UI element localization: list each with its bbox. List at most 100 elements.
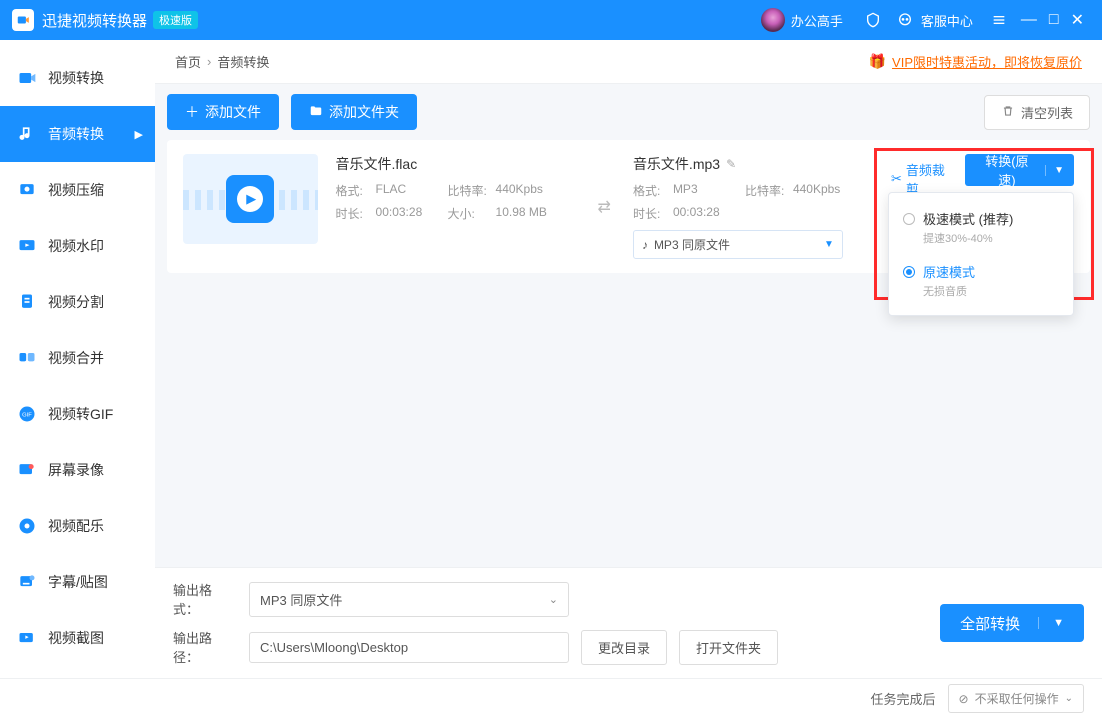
statusbar: 任务完成后 ⊘ 不采取任何操作 ⌄ [0, 678, 1102, 718]
scissors-icon: ✂ [891, 171, 902, 187]
sidebar-item-split[interactable]: 视频分割 [0, 274, 155, 330]
src-duration: 00:03:28 [376, 205, 448, 222]
help-link[interactable]: 客服中心 [921, 11, 973, 30]
item-format-value: MP3 同原文件 [654, 236, 730, 253]
after-task-select[interactable]: ⊘ 不采取任何操作 ⌄ [948, 684, 1084, 713]
close-button[interactable]: ✕ [1071, 10, 1084, 30]
folder-icon [309, 104, 323, 121]
maximize-button[interactable]: □ [1049, 11, 1059, 29]
sidebar-item-label: 视频压缩 [48, 180, 104, 200]
chevron-down-icon[interactable]: ▼ [1038, 617, 1064, 629]
crumb-current: 音频转换 [217, 52, 269, 71]
mode-option-original[interactable]: 原速模式 无损音质 [889, 254, 1073, 307]
sidebar-item-label: 视频分割 [48, 292, 104, 312]
music-icon [16, 515, 38, 537]
add-folder-label: 添加文件夹 [329, 102, 399, 122]
user-name[interactable]: 办公高手 [791, 11, 843, 30]
chat-icon[interactable] [895, 10, 915, 30]
titlebar: 迅捷视频转换器 极速版 办公高手 客服中心 — □ ✕ [0, 0, 1102, 40]
mode-fast-title: 极速模式 (推荐) [923, 209, 1013, 228]
chevron-down-icon: ⌄ [1065, 693, 1073, 704]
dst-duration: 00:03:28 [673, 205, 745, 222]
sidebar-item-label: 视频水印 [48, 236, 104, 256]
convert-item-button[interactable]: 转换(原速) ▼ [965, 154, 1074, 186]
label-format2: 格式: [633, 182, 673, 199]
edit-icon[interactable]: ✎ [726, 157, 736, 171]
mode-orig-sub: 无损音质 [923, 283, 1059, 299]
open-dir-button[interactable]: 打开文件夹 [679, 630, 778, 665]
promo-banner[interactable]: 🎁 VIP限时特惠活动，即将恢复原价 [869, 52, 1082, 71]
gift-icon: 🎁 [869, 53, 886, 70]
label-duration: 时长: [336, 205, 376, 222]
add-file-button[interactable]: ＋ 添加文件 [167, 94, 279, 130]
add-folder-button[interactable]: 添加文件夹 [291, 94, 417, 130]
radio-icon [903, 266, 915, 278]
src-bitrate: 440Kpbs [496, 182, 576, 199]
chevron-down-icon: ▼ [824, 239, 834, 250]
source-filename: 音乐文件.flac [336, 154, 576, 174]
add-file-label: 添加文件 [205, 102, 261, 122]
user-avatar[interactable] [761, 8, 785, 32]
sidebar-item-gif[interactable]: GIF视频转GIF [0, 386, 155, 442]
toolbar: ＋ 添加文件 添加文件夹 清空列表 [155, 84, 1102, 140]
sidebar-item-video-convert[interactable]: 视频转换 [0, 50, 155, 106]
target-info: 音乐文件.mp3✎ 格式:MP3 比特率:440Kpbs 时长:00:03:28… [633, 154, 873, 259]
sidebar-item-watermark[interactable]: 视频水印 [0, 218, 155, 274]
sidebar-item-merge[interactable]: 视频合并 [0, 330, 155, 386]
clear-list-button[interactable]: 清空列表 [984, 95, 1090, 130]
dst-format: MP3 [673, 182, 745, 199]
subtitle-icon [16, 571, 38, 593]
sidebar-item-label: 视频转换 [48, 68, 104, 88]
sidebar-item-music[interactable]: 视频配乐 [0, 498, 155, 554]
sidebar-item-record[interactable]: 屏幕录像 [0, 442, 155, 498]
after-task-label: 任务完成后 [871, 689, 936, 708]
chevron-down-icon[interactable]: ▼ [1045, 165, 1064, 176]
crumb-home[interactable]: 首页 [175, 52, 201, 71]
output-settings: 输出格式： MP3 同原文件⌄ 输出路径： C:\Users\Mloong\De… [155, 567, 1102, 678]
sidebar-item-label: 视频截图 [48, 628, 104, 648]
sidebar-item-screenshot[interactable]: 视频截图 [0, 610, 155, 666]
output-format-label: 输出格式： [173, 580, 237, 618]
swap-icon: ⇄ [598, 197, 611, 217]
play-icon: ▶ [226, 175, 274, 223]
output-path-input[interactable]: C:\Users\Mloong\Desktop [249, 632, 569, 663]
output-format-value: MP3 同原文件 [260, 590, 342, 609]
gif-icon: GIF [16, 403, 38, 425]
convert-all-button[interactable]: 全部转换 ▼ [940, 604, 1084, 642]
main-area: 首页 › 音频转换 🎁 VIP限时特惠活动，即将恢复原价 ＋ 添加文件 添加文件夹… [155, 40, 1102, 678]
radio-icon [903, 213, 915, 225]
label-bitrate2: 比特率: [745, 182, 793, 199]
sidebar-item-audio-convert[interactable]: 音频转换 ▶ [0, 106, 155, 162]
trash-icon [1001, 104, 1015, 121]
watermark-icon [16, 235, 38, 257]
target-filename: 音乐文件.mp3 [633, 154, 720, 174]
plus-icon: ＋ [185, 102, 199, 122]
item-format-select[interactable]: ♪ MP3 同原文件 ▼ [633, 230, 843, 259]
src-format: FLAC [376, 182, 448, 199]
audio-thumbnail[interactable]: ▶ [183, 154, 318, 244]
sidebar: 视频转换 音频转换 ▶ 视频压缩 视频水印 视频分割 视频合并 GIF视频转GIF… [0, 40, 155, 678]
convert-label: 转换(原速) [979, 151, 1035, 189]
sidebar-item-label: 字幕/贴图 [48, 572, 108, 592]
mode-option-fast[interactable]: 极速模式 (推荐) 提速30%-40% [889, 201, 1073, 254]
app-name: 迅捷视频转换器 [42, 10, 147, 31]
sidebar-item-label: 音频转换 [48, 124, 104, 144]
minimize-button[interactable]: — [1021, 11, 1037, 29]
output-format-select[interactable]: MP3 同原文件⌄ [249, 582, 569, 617]
screenshot-icon [16, 627, 38, 649]
crumb-sep: › [207, 54, 211, 69]
sidebar-item-compress[interactable]: 视频压缩 [0, 162, 155, 218]
file-item-card: ▶ 音乐文件.flac 格式:FLAC 比特率:440Kpbs 时长:00:03… [167, 140, 1090, 273]
output-path-label: 输出路径： [173, 628, 237, 666]
src-size: 10.98 MB [496, 205, 576, 222]
record-icon [16, 459, 38, 481]
chevron-right-icon: ▶ [135, 128, 143, 141]
promo-link[interactable]: VIP限时特惠活动，即将恢复原价 [892, 52, 1082, 71]
sidebar-item-subtitle[interactable]: 字幕/贴图 [0, 554, 155, 610]
shield-icon[interactable] [863, 10, 883, 30]
ban-icon: ⊘ [959, 692, 969, 706]
convert-all-label: 全部转换 [960, 613, 1020, 634]
menu-icon[interactable] [989, 10, 1009, 30]
app-logo-icon [12, 9, 34, 31]
change-dir-button[interactable]: 更改目录 [581, 630, 667, 665]
